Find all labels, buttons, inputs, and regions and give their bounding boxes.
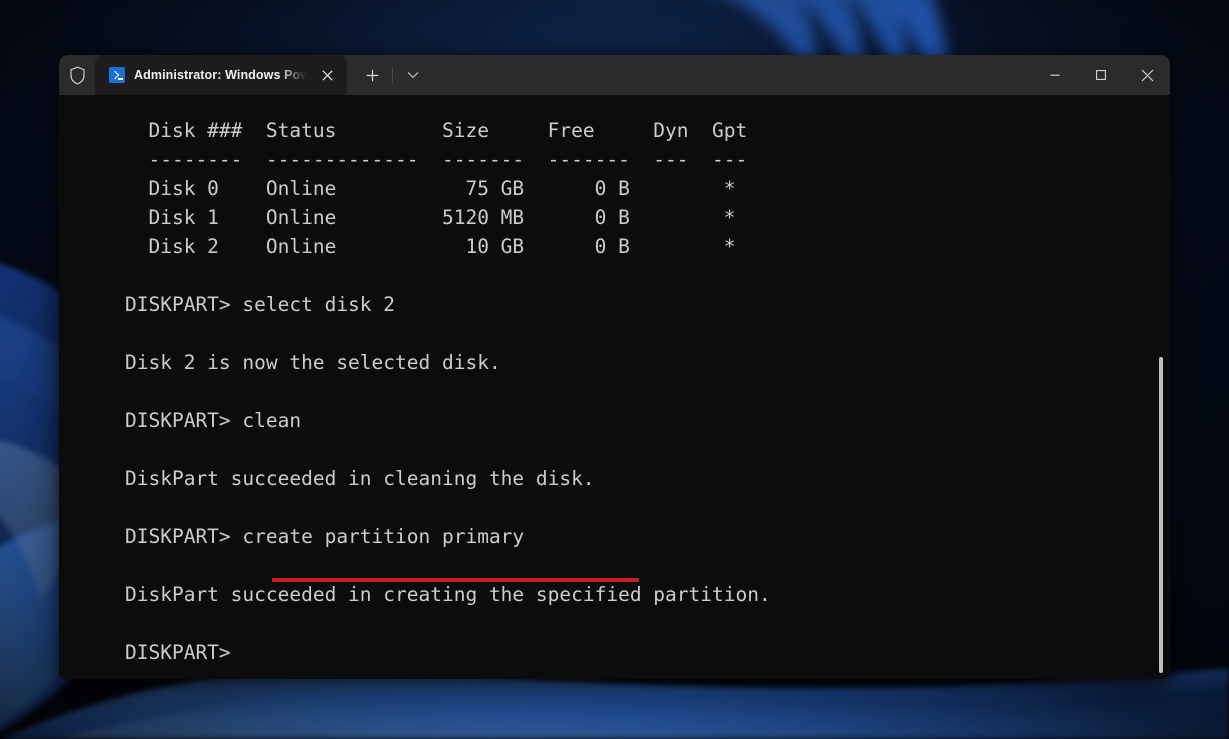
console-output: Disk ### Status Size Free Dyn Gpt ------…	[125, 116, 771, 667]
command-highlight-underline	[272, 578, 639, 582]
tab-dropdown-button[interactable]	[398, 61, 428, 89]
minimize-icon	[1049, 69, 1061, 81]
tab-strip[interactable]: Administrator: Windows Pow	[95, 55, 347, 95]
shield-glyph	[69, 66, 86, 85]
close-window-button[interactable]	[1124, 55, 1170, 95]
tab-title: Administrator: Windows Pow	[134, 68, 306, 82]
close-tab-glyph	[322, 70, 333, 81]
tab-actions[interactable]	[347, 55, 428, 95]
close-icon	[1141, 69, 1154, 82]
powershell-icon	[109, 67, 125, 83]
scrollbar-thumb[interactable]	[1159, 357, 1163, 673]
scrollbar-track[interactable]	[1156, 95, 1166, 679]
maximize-button[interactable]	[1078, 55, 1124, 95]
chevron-down-icon	[407, 71, 419, 79]
maximize-icon	[1095, 69, 1107, 81]
new-tab-button[interactable]	[357, 61, 387, 89]
plus-icon	[366, 69, 379, 82]
minimize-button[interactable]	[1032, 55, 1078, 95]
toolbar-divider	[392, 67, 393, 83]
tab-administrator-windows-powershell[interactable]: Administrator: Windows Pow	[95, 55, 347, 95]
window-controls[interactable]	[1032, 55, 1170, 95]
close-tab-icon[interactable]	[315, 63, 339, 87]
terminal-console[interactable]: Disk ### Status Size Free Dyn Gpt ------…	[59, 95, 1170, 679]
shield-icon	[59, 55, 95, 95]
window-drag-region[interactable]	[428, 55, 1032, 95]
title-bar[interactable]: Administrator: Windows Pow	[59, 55, 1170, 95]
terminal-window: Administrator: Windows Pow	[59, 55, 1170, 679]
